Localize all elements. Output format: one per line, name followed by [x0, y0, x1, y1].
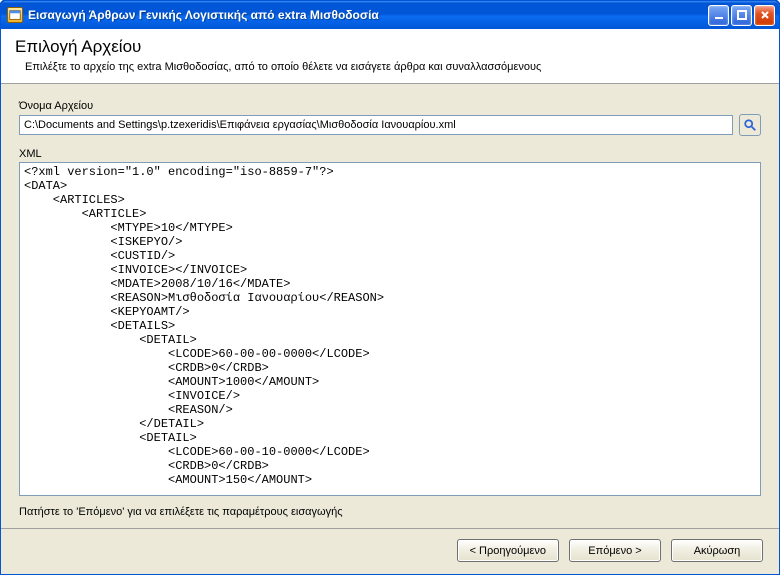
titlebar[interactable]: Εισαγωγή Άρθρων Γενικής Λογιστικής από e… — [1, 1, 779, 29]
page-subtitle: Επιλέξτε το αρχείο της extra Μισθοδοσίας… — [15, 61, 765, 73]
close-button[interactable] — [754, 5, 775, 26]
content-area: Όνομα Αρχείου XML <?xml version="1.0" en… — [1, 84, 779, 528]
wizard-header: Επιλογή Αρχείου Επιλέξτε το αρχείο της e… — [1, 29, 779, 84]
button-bar: < Προηγούμενο Επόμενο > Ακύρωση — [1, 528, 779, 574]
app-window: Εισαγωγή Άρθρων Γενικής Λογιστικής από e… — [0, 0, 780, 575]
filename-input[interactable] — [19, 115, 733, 135]
app-icon — [7, 7, 23, 23]
filename-label: Όνομα Αρχείου — [19, 100, 761, 112]
xml-preview[interactable]: <?xml version="1.0" encoding="iso-8859-7… — [19, 162, 761, 496]
next-button[interactable]: Επόμενο > — [569, 539, 661, 562]
cancel-button[interactable]: Ακύρωση — [671, 539, 763, 562]
window-controls — [708, 5, 775, 26]
back-button[interactable]: < Προηγούμενο — [457, 539, 559, 562]
minimize-button[interactable] — [708, 5, 729, 26]
xml-label: XML — [19, 148, 761, 160]
footer-hint: Πατήστε το 'Επόμενο' για να επιλέξετε τι… — [19, 502, 761, 522]
file-row — [19, 114, 761, 136]
search-icon — [743, 118, 757, 132]
browse-button[interactable] — [739, 114, 761, 136]
page-title: Επιλογή Αρχείου — [15, 37, 765, 57]
window-title: Εισαγωγή Άρθρων Γενικής Λογιστικής από e… — [28, 8, 708, 22]
maximize-button[interactable] — [731, 5, 752, 26]
